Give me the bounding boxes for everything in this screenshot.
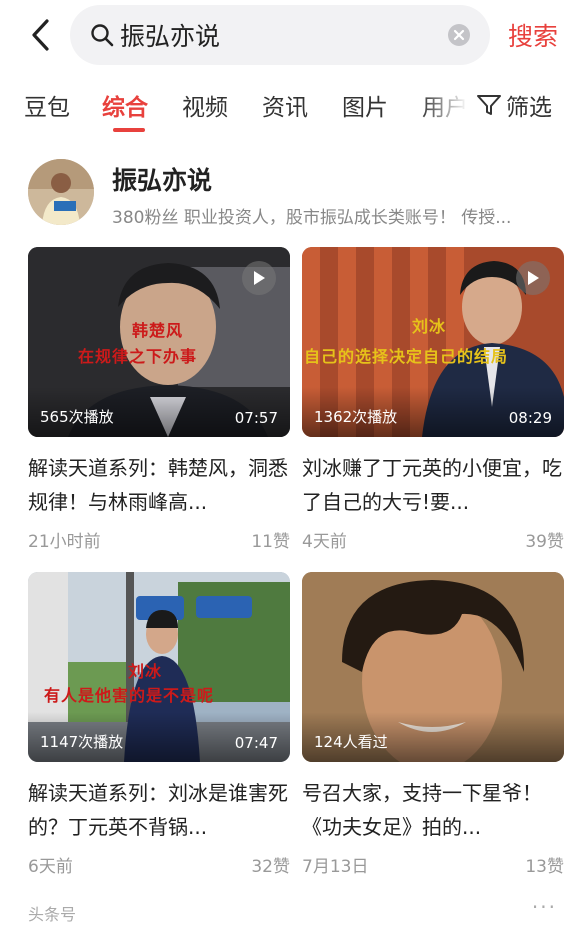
category-tabs: 豆包 综合 视频 资讯 图片 用户 筛选 — [0, 82, 583, 138]
article-title[interactable]: 号召大家，支持一下星爷！《功夫女足》拍的... — [302, 776, 564, 844]
account-result[interactable]: 振弘亦说 380粉丝 职业投资人，股市振弘成长类账号！ 传授... — [0, 155, 583, 235]
video-title[interactable]: 解读天道系列：刘冰是谁害死的？丁元英不背锅... — [28, 776, 290, 844]
view-count: 124人看过 — [314, 733, 388, 751]
search-header: 振弘亦说 搜索 — [0, 0, 583, 70]
publish-time: 7月13日 — [302, 857, 369, 877]
video-caption-name: 刘冰 — [412, 317, 447, 336]
video-caption-name: 刘冰 — [128, 662, 163, 681]
account-description: 380粉丝 职业投资人，股市振弘成长类账号！ 传授... — [112, 208, 512, 228]
avatar[interactable] — [28, 159, 94, 225]
video-meta: 21小时前 11赞 — [28, 527, 290, 552]
more-options-icon[interactable]: ··· — [532, 895, 557, 919]
chevron-left-icon — [32, 19, 49, 51]
video-caption-line: 在规律之下办事 — [78, 347, 198, 366]
video-card[interactable]: 刘冰 自己的选择决定自己的结局 1362次播放 08:29 刘冰赚了丁元英的小便… — [302, 247, 564, 552]
article-card[interactable]: 124人看过 号召大家，支持一下星爷！《功夫女足》拍的... 7月13日 13赞 — [302, 572, 564, 877]
video-card[interactable]: 刘冰 有人是他害的是不是呢 1147次播放 07:47 解读天道系列：刘冰是谁害… — [28, 572, 290, 877]
article-thumbnail[interactable]: 124人看过 — [302, 572, 564, 762]
tab-doubao[interactable]: 豆包 — [24, 88, 70, 122]
play-icon — [242, 261, 276, 295]
active-tab-indicator — [113, 128, 145, 132]
video-title[interactable]: 刘冰赚了丁元英的小便宜，吃了自己的大亏!要... — [302, 451, 564, 519]
search-query[interactable]: 振弘亦说 — [120, 17, 448, 53]
play-count: 1362次播放 — [314, 408, 398, 426]
play-icon — [516, 261, 550, 295]
tab-video[interactable]: 视频 — [182, 88, 228, 122]
video-meta: 6天前 32赞 — [28, 852, 290, 877]
publish-time: 4天前 — [302, 532, 347, 552]
filter-label: 筛选 — [506, 95, 552, 121]
clear-icon[interactable] — [448, 24, 470, 46]
video-caption-line: 自己的选择决定自己的结局 — [304, 347, 509, 366]
video-meta: 4天前 39赞 — [302, 527, 564, 552]
article-meta: 7月13日 13赞 — [302, 852, 564, 877]
search-button[interactable]: 搜索 — [508, 17, 558, 53]
video-card[interactable]: 韩楚风 在规律之下办事 565次播放 07:57 解读天道系列：韩楚风，洞悉规律… — [28, 247, 290, 552]
result-footer: 头条号 ··· — [0, 895, 583, 925]
video-thumbnail[interactable]: 刘冰 自己的选择决定自己的结局 1362次播放 08:29 — [302, 247, 564, 437]
play-count: 1147次播放 — [40, 733, 124, 751]
video-duration: 07:47 — [234, 734, 278, 752]
like-count: 11赞 — [251, 532, 290, 552]
publish-time: 21小时前 — [28, 532, 101, 552]
search-input[interactable]: 振弘亦说 — [70, 5, 490, 65]
video-duration: 07:57 — [234, 409, 278, 427]
tab-images[interactable]: 图片 — [342, 88, 388, 122]
like-count: 39赞 — [525, 532, 564, 552]
video-caption-name: 韩楚风 — [132, 321, 184, 340]
back-button[interactable] — [26, 16, 56, 54]
filter-icon — [477, 95, 501, 115]
tab-news[interactable]: 资讯 — [262, 88, 308, 122]
publish-time: 6天前 — [28, 857, 73, 877]
filter-button[interactable]: 筛选 — [476, 88, 552, 122]
video-title[interactable]: 解读天道系列：韩楚风，洞悉规律！与林雨峰高... — [28, 451, 290, 519]
like-count: 13赞 — [525, 857, 564, 877]
video-caption-line: 有人是他害的是不是呢 — [44, 686, 215, 705]
video-thumbnail[interactable]: 韩楚风 在规律之下办事 565次播放 07:57 — [28, 247, 290, 437]
video-duration: 08:29 — [508, 409, 552, 427]
search-icon — [91, 24, 114, 47]
like-count: 32赞 — [251, 857, 290, 877]
tab-comprehensive[interactable]: 综合 — [102, 88, 148, 122]
play-count: 565次播放 — [40, 408, 114, 426]
video-thumbnail[interactable]: 刘冰 有人是他害的是不是呢 1147次播放 07:47 — [28, 572, 290, 762]
source-label: 头条号 — [28, 905, 77, 924]
account-name[interactable]: 振弘亦说 — [112, 161, 212, 197]
